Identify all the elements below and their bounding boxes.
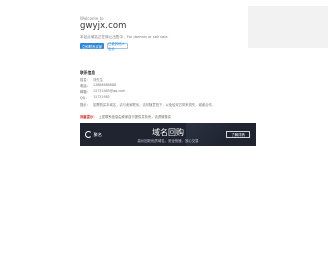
contact-info-title: 联系信息 bbox=[80, 70, 96, 75]
action-buttons: 立即联系买家 已被其他人出价 bbox=[80, 42, 128, 51]
ad-placeholder bbox=[248, 6, 328, 48]
info-row-qq: QQ： 15731985 bbox=[80, 95, 110, 100]
info-value[interactable]: 13888888888 bbox=[93, 83, 116, 88]
important-notice: 郑重提示： 上述联系信息由卖家自行提供并负责，请谨慎核实 bbox=[80, 114, 171, 119]
info-label: 邮箱： bbox=[80, 90, 90, 94]
info-row-email: 邮箱： 15731985@qq.com bbox=[80, 89, 125, 94]
info-value: 刘先生 bbox=[93, 78, 103, 82]
domain-name: gwyjx.com bbox=[80, 21, 127, 31]
learn-more-button[interactable]: 了解详情 bbox=[226, 131, 250, 138]
info-row-tip: 提示： 如需购买本域名，请与卖家联系，请勿随意拍下，以免给双方带来损失，谢谢合作… bbox=[80, 102, 215, 107]
logo-text: 聚名 bbox=[93, 131, 102, 137]
info-value: 如需购买本域名，请与卖家联系，请勿随意拍下，以免给双方带来损失，谢谢合作。 bbox=[93, 103, 215, 107]
notice-text: 上述联系信息由卖家自行提供并负责，请谨慎核实 bbox=[98, 115, 172, 119]
domain-buyback-banner[interactable]: 聚名 域名回购 高价回收优质域名，安全快速，放心交易 了解详情 bbox=[80, 123, 256, 146]
info-row-name: 姓名： 刘先生 bbox=[80, 77, 103, 82]
info-label: 姓名： bbox=[80, 78, 90, 82]
notice-tag: 郑重提示： bbox=[80, 115, 97, 119]
info-value[interactable]: 15731985 bbox=[93, 95, 110, 100]
banner-subtitle: 高价回收优质域名，安全快速，放心交易 bbox=[137, 139, 199, 143]
banner-title: 域名回购 bbox=[152, 128, 184, 137]
info-label: QQ： bbox=[80, 96, 89, 100]
contact-seller-button[interactable]: 立即联系买家 bbox=[80, 43, 104, 49]
make-offer-button[interactable]: 已被其他人出价 bbox=[107, 42, 128, 51]
info-value[interactable]: 15731985@qq.com bbox=[93, 89, 125, 94]
info-row-phone: 电话： 13888888888 bbox=[80, 83, 116, 88]
logo-mark-icon bbox=[85, 131, 92, 138]
info-label: 提示： bbox=[80, 103, 90, 107]
sale-description: 本站点域名正在转让出售中，For domain or sell sale. bbox=[80, 35, 169, 39]
banner-logo: 聚名 bbox=[85, 131, 102, 138]
info-label: 电话： bbox=[80, 84, 90, 88]
